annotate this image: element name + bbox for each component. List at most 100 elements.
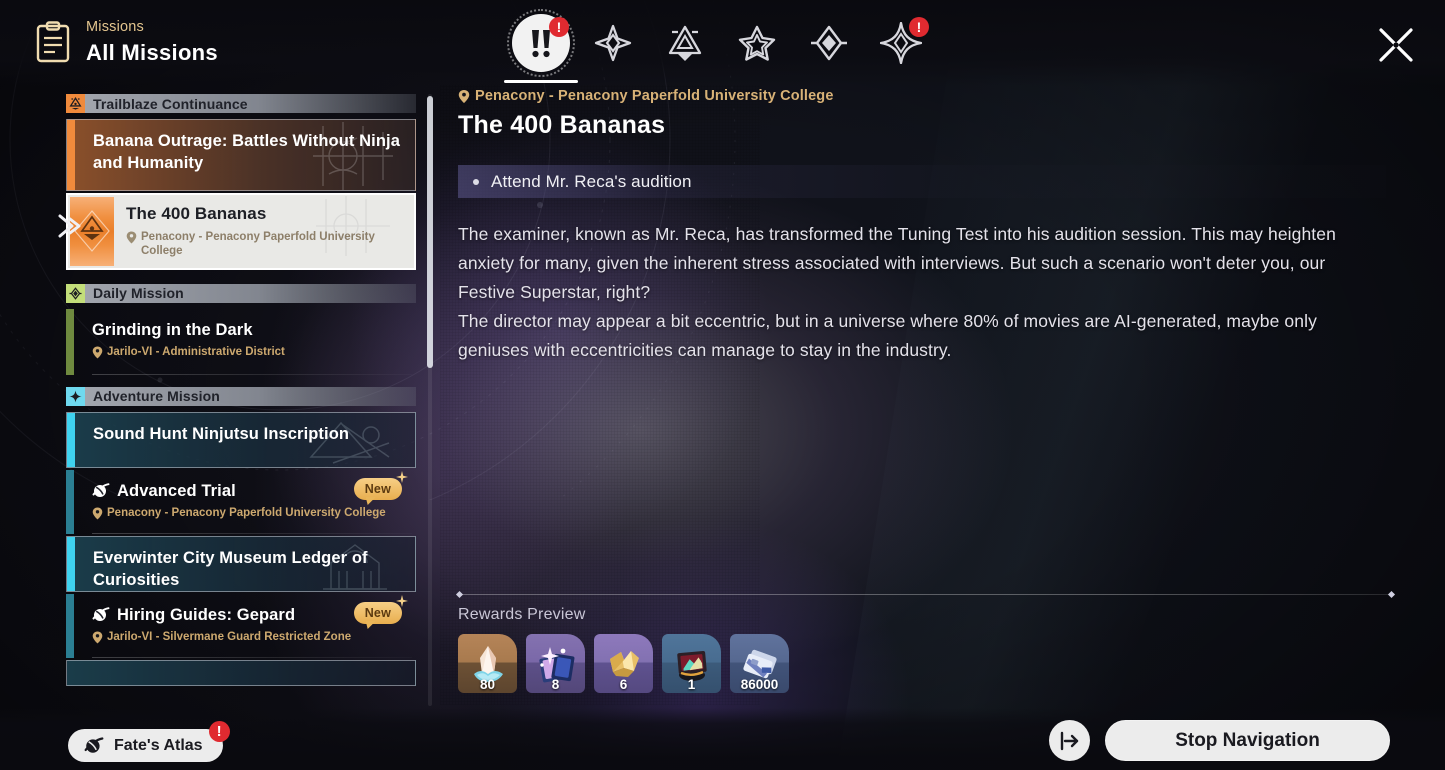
map-pin-icon	[126, 231, 137, 244]
item-title: Grinding in the Dark	[92, 320, 253, 339]
list-item-everwinter-city-museum-ledger[interactable]: Everwinter City Museum Ledger of Curiosi…	[66, 535, 416, 592]
map-pin-icon	[92, 346, 103, 359]
reward-item-credit[interactable]: 86000	[730, 634, 789, 693]
reward-quantity: 8	[551, 677, 560, 692]
item-location-text: Jarilo-VI - Administrative District	[107, 346, 285, 359]
map-pin-icon	[92, 507, 103, 520]
planet-icon	[92, 607, 110, 621]
item-accent-bar	[67, 536, 75, 591]
new-badge: New	[353, 601, 402, 624]
stop-navigation-label: Stop Navigation	[1175, 729, 1320, 751]
tab-notification-badge: !	[549, 17, 569, 37]
rewards-preview: Rewards Preview 80 8 6 1 86000	[458, 594, 1393, 693]
bottom-bar: Fate's Atlas ! Stop Navigation	[0, 708, 1445, 770]
detail-title: The 400 Bananas	[458, 111, 666, 139]
detail-location: Penacony - Penacony Paperfold University…	[458, 88, 1393, 104]
item-accent-bar	[66, 308, 74, 375]
tab-all-missions[interactable]: !	[504, 9, 578, 83]
item-location-text: Jarilo-VI - Silvermane Guard Restricted …	[107, 631, 352, 644]
item-title-text: Hiring Guides: Gepard	[117, 605, 296, 624]
clipboard-icon	[36, 21, 70, 62]
tab-companion-mission[interactable]	[649, 12, 721, 74]
item-title: Everwinter City Museum Ledger of Curiosi…	[93, 548, 368, 590]
list-item-the-400-bananas[interactable]: The 400 Bananas Penacony - Penacony Pape…	[66, 193, 416, 270]
stop-navigation-button[interactable]: Stop Navigation	[1105, 720, 1390, 761]
item-location-text: Penacony - Penacony Paperfold University…	[107, 507, 386, 520]
daily-icon	[66, 283, 85, 303]
tab-active-underline	[504, 80, 578, 83]
page-title: Missions All Missions	[36, 20, 218, 64]
list-item-partially-visible[interactable]	[66, 659, 416, 686]
section-header-trailblaze-continuance: Trailblaze Continuance	[66, 94, 416, 113]
list-item-advanced-trial[interactable]: New Advanced Trial Penacony - Penacony P…	[66, 469, 416, 534]
detail-description: The examiner, known as Mr. Reca, has tra…	[458, 220, 1363, 365]
outline-star-icon	[738, 25, 776, 61]
rewards-title: Rewards Preview	[458, 606, 586, 623]
missions-screen: Missions All Missions ! ! Trailblaze Con…	[0, 0, 1445, 770]
mission-detail-panel: Penacony - Penacony Paperfold University…	[458, 88, 1393, 365]
reward-item-travelers-guide[interactable]: 8	[526, 634, 585, 693]
item-accent-bar	[67, 120, 75, 190]
triangle-star-icon	[668, 25, 702, 61]
selection-arrow-icon	[58, 214, 81, 238]
top-bar: Missions All Missions ! !	[0, 0, 1445, 86]
list-item-grinding-in-the-dark[interactable]: Grinding in the Dark Jarilo-VI - Adminis…	[66, 308, 416, 375]
map-pin-icon	[458, 89, 470, 103]
rewards-divider	[458, 594, 1393, 595]
trailblaze-icon	[66, 94, 85, 113]
page-title-main: All Missions	[86, 39, 218, 65]
section-label: Adventure Mission	[93, 388, 220, 405]
planet-icon	[84, 737, 104, 753]
mission-list-scroll-thumb[interactable]	[427, 96, 433, 368]
description-paragraph-1: The examiner, known as Mr. Reca, has tra…	[458, 224, 1336, 302]
tab-trailblaze-continuance[interactable]	[577, 12, 649, 74]
list-item-hiring-guides-gepard[interactable]: New Hiring Guides: Gepard Jarilo-VI - Si…	[66, 593, 416, 658]
section-header-daily-mission: Daily Mission	[66, 283, 416, 303]
tab-adventure-mission[interactable]	[721, 12, 793, 74]
detail-location-text: Penacony - Penacony Paperfold University…	[475, 88, 834, 104]
item-accent-bar	[66, 469, 74, 534]
close-icon[interactable]	[1373, 22, 1419, 68]
fates-atlas-badge: !	[208, 721, 230, 742]
mission-list[interactable]: Trailblaze Continuance Banana Outrage: B…	[66, 94, 434, 708]
four-point-burst-icon	[594, 24, 632, 62]
adventure-icon	[66, 386, 85, 406]
reward-quantity: 80	[479, 677, 496, 692]
enter-button[interactable]	[1049, 720, 1090, 761]
item-location-text: Penacony - Penacony Paperfold University…	[141, 230, 375, 257]
enter-arrow-icon	[1060, 731, 1078, 750]
tab-event-mission[interactable]: !	[865, 12, 937, 74]
page-title-kicker: Missions	[86, 19, 144, 35]
map-pin-icon	[92, 631, 103, 644]
list-item-sound-hunt-ninjutsu-inscription[interactable]: Sound Hunt Ninjutsu Inscription	[66, 411, 416, 468]
item-location: Penacony - Penacony Paperfold University…	[126, 230, 402, 258]
objective-text: Attend Mr. Reca's audition	[491, 171, 692, 191]
mission-category-tabs: ! !	[504, 9, 937, 83]
reward-quantity: 1	[687, 677, 696, 692]
reward-item-lost-gold-fragment[interactable]: 6	[594, 634, 653, 693]
item-location: Jarilo-VI - Administrative District	[92, 345, 404, 359]
planet-icon	[92, 483, 110, 497]
reward-item-stellar-jade[interactable]: 80	[458, 634, 517, 693]
section-header-adventure-mission: Adventure Mission	[66, 386, 416, 406]
list-item-banana-outrage[interactable]: Banana Outrage: Battles Without Ninja an…	[66, 119, 416, 191]
reward-quantity: 6	[619, 677, 628, 692]
item-title: The 400 Bananas	[126, 204, 267, 223]
item-location: Jarilo-VI - Silvermane Guard Restricted …	[92, 630, 404, 644]
objective-row: Attend Mr. Reca's audition	[458, 165, 1386, 198]
item-divider	[92, 532, 412, 534]
new-badge: New	[353, 477, 402, 500]
fates-atlas-button[interactable]: Fate's Atlas !	[68, 721, 230, 762]
item-divider	[92, 373, 412, 375]
tab-daily-mission[interactable]	[793, 12, 865, 74]
item-title: Sound Hunt Ninjutsu Inscription	[93, 424, 350, 443]
reward-item-refined-aether[interactable]: 1	[662, 634, 721, 693]
description-paragraph-2: The director may appear a bit eccentric,…	[458, 311, 1317, 360]
fates-atlas-label: Fate's Atlas	[114, 736, 203, 754]
section-label: Daily Mission	[93, 285, 184, 302]
item-accent-bar	[66, 593, 74, 658]
item-divider	[92, 656, 412, 658]
diamond-eye-icon	[811, 25, 847, 61]
tab-notification-badge-event: !	[909, 17, 929, 37]
rewards-item-list: 80 8 6 1 86000	[458, 634, 1393, 693]
